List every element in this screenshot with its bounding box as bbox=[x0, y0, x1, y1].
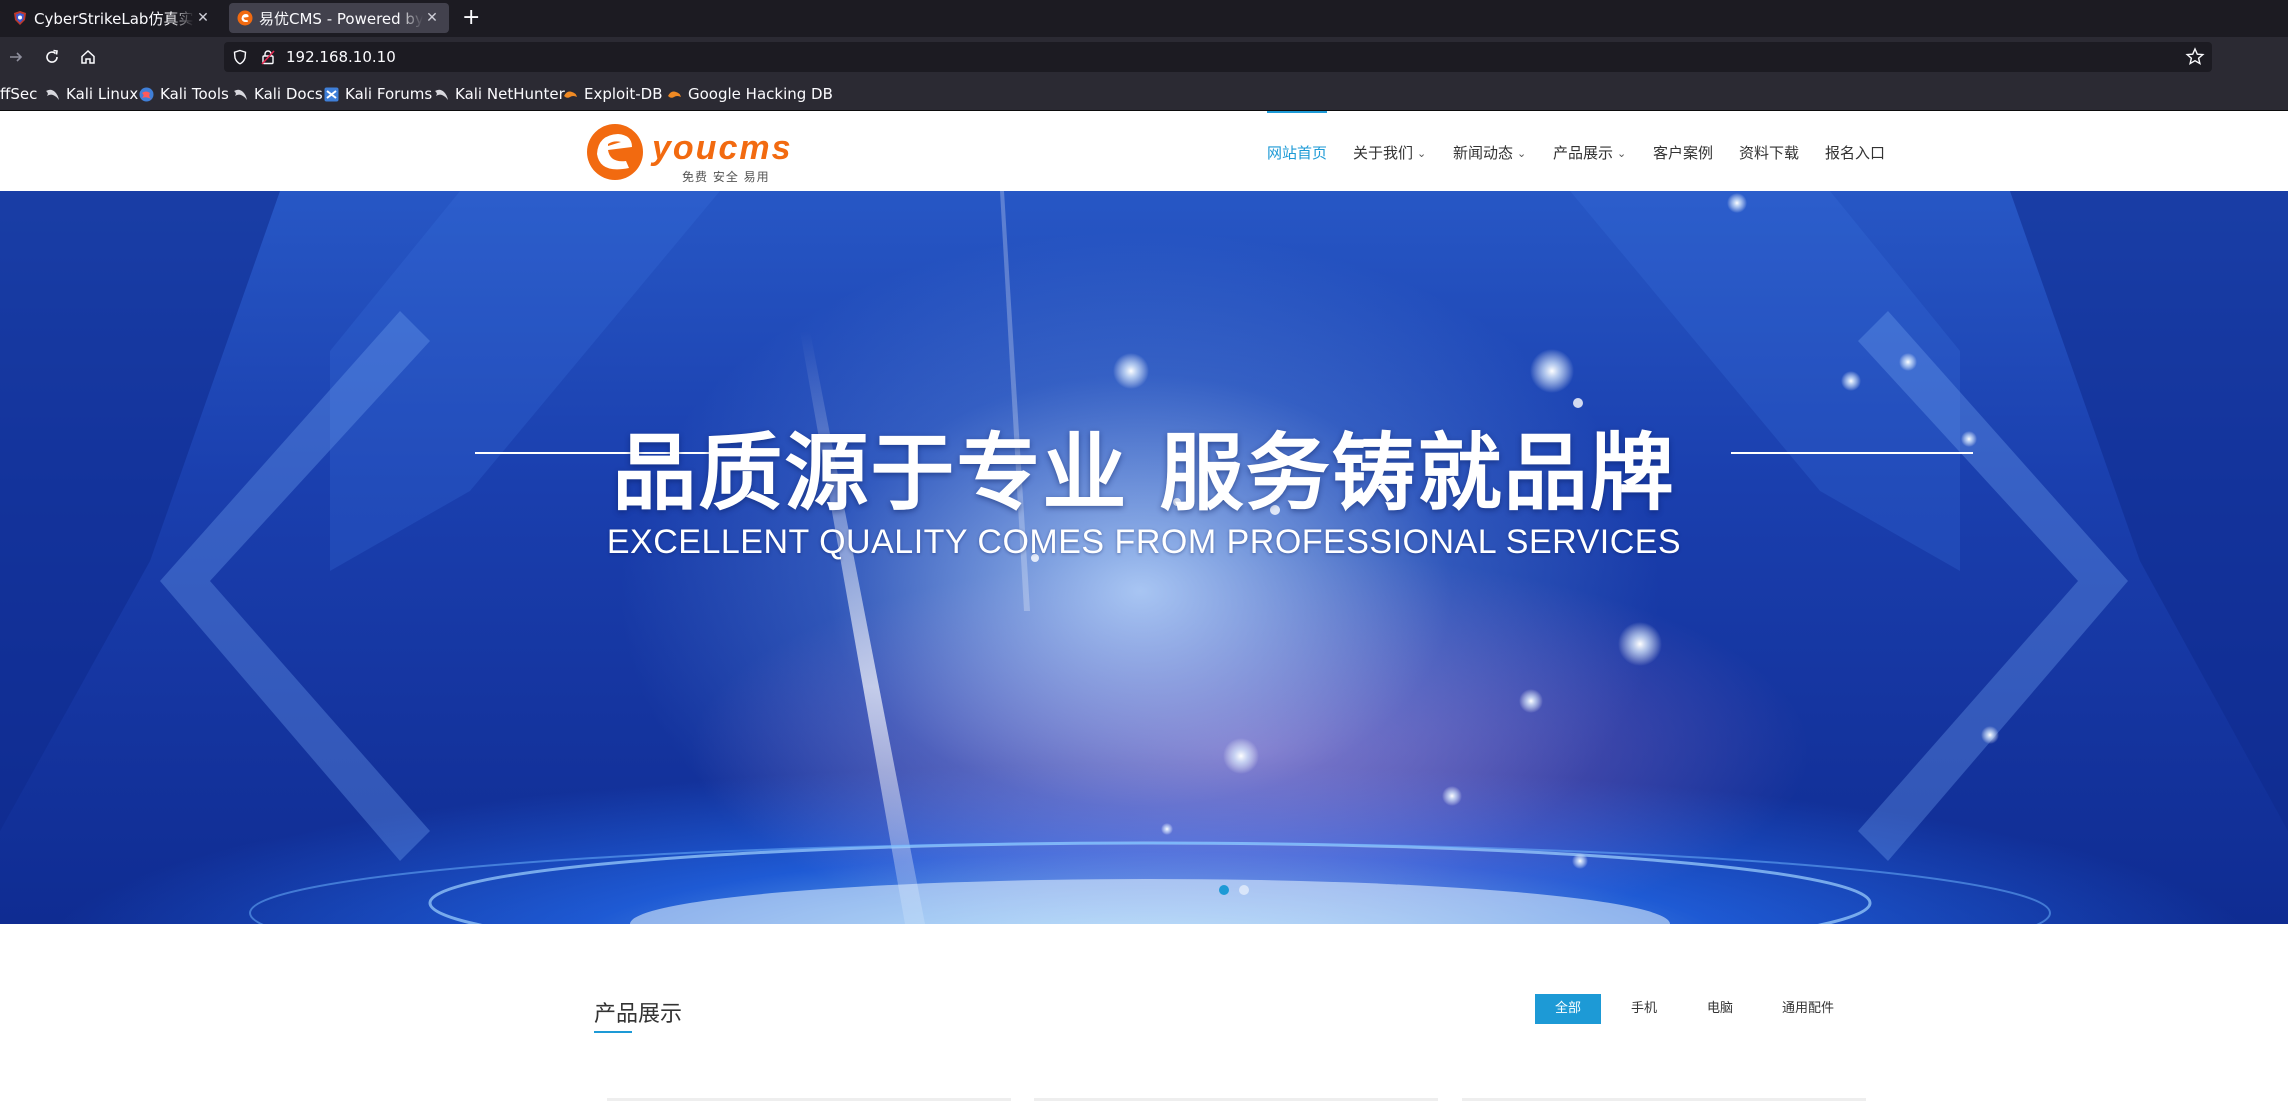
chevron-down-icon: ⌄ bbox=[1417, 147, 1427, 160]
browser-tab-eyoucms[interactable]: 易优CMS - Powered by Ey ✕ bbox=[229, 3, 449, 33]
bookmark-kali-nethunter[interactable]: Kali NetHunter bbox=[434, 85, 565, 103]
filter-tab-accessories[interactable]: 通用配件 bbox=[1768, 994, 1848, 1024]
section-title: 产品展示 bbox=[594, 1002, 683, 1027]
reload-icon[interactable] bbox=[40, 45, 64, 69]
tab-close-icon[interactable]: ✕ bbox=[423, 10, 441, 26]
menu-item-home[interactable]: 网站首页 bbox=[1267, 111, 1328, 191]
chevron-down-icon: ⌄ bbox=[1517, 147, 1527, 160]
filter-tab-computer[interactable]: 电脑 bbox=[1688, 994, 1752, 1024]
bookmark-kali-linux[interactable]: Kali Linux bbox=[45, 85, 138, 103]
home-icon[interactable] bbox=[76, 45, 100, 69]
new-tab-plus-icon[interactable]: + bbox=[462, 4, 480, 32]
menu-item-news[interactable]: 新闻动态 ⌄ bbox=[1453, 111, 1526, 191]
bookmark-offsec[interactable]: ffSec bbox=[0, 85, 37, 103]
browser-toolbar: 192.168.10.10 bbox=[0, 37, 2288, 78]
exploit-db-icon bbox=[564, 91, 577, 98]
bookmark-kali-docs[interactable]: Kali Docs bbox=[233, 85, 323, 103]
menu-item-signup[interactable]: 报名入口 bbox=[1825, 111, 1885, 191]
svg-text:youcms: youcms bbox=[650, 129, 793, 167]
browser-tab-cyberstrikelab[interactable]: CyberStrikeLab仿真实战平 ✕ bbox=[4, 3, 220, 33]
tab-title: 易优CMS - Powered by Ey bbox=[259, 9, 423, 28]
kali-dragon-icon bbox=[435, 89, 448, 100]
forward-arrow-icon[interactable] bbox=[4, 45, 28, 69]
bookmark-kali-tools[interactable]: Kali Tools bbox=[139, 85, 229, 103]
tab-title: CyberStrikeLab仿真实战平 bbox=[34, 9, 194, 28]
logo-tagline: 免费 安全 易用 bbox=[682, 170, 770, 184]
shield-favicon-icon bbox=[14, 11, 26, 25]
menu-item-downloads[interactable]: 资料下载 bbox=[1739, 111, 1799, 191]
slider-pagination bbox=[1219, 885, 1249, 895]
browser-tab-bar: CyberStrikeLab仿真实战平 ✕ 易优CMS - Powered by… bbox=[0, 0, 2288, 37]
kali-dragon-icon bbox=[46, 89, 59, 100]
kali-dragon-icon bbox=[234, 89, 247, 100]
insecure-lock-icon[interactable] bbox=[260, 49, 276, 65]
slider-dot-1[interactable] bbox=[1219, 885, 1229, 895]
shield-tracking-icon[interactable] bbox=[232, 49, 248, 65]
eyoucms-favicon-icon bbox=[237, 10, 253, 26]
menu-item-cases[interactable]: 客户案例 bbox=[1653, 111, 1713, 191]
slider-dot-2[interactable] bbox=[1239, 885, 1249, 895]
bookmark-star-icon[interactable] bbox=[2184, 46, 2206, 68]
filter-tab-all[interactable]: 全部 bbox=[1535, 994, 1601, 1024]
section-title-underline bbox=[594, 1031, 632, 1033]
site-header: youcms 免费 安全 易用 网站首页 关于我们 ⌄ 新闻动态 ⌄ 产品展示 ⌄ 客… bbox=[0, 111, 2288, 191]
bookmark-google-hacking-db[interactable]: Google Hacking DB bbox=[667, 85, 833, 103]
menu-item-products[interactable]: 产品展示 ⌄ bbox=[1553, 111, 1626, 191]
hero-banner[interactable]: 品质源于专业 服务铸就品牌 EXCELLENT QUALITY COMES FR… bbox=[0, 191, 2288, 924]
kali-forums-icon bbox=[324, 87, 339, 101]
bookmark-exploit-db[interactable]: Exploit-DB bbox=[563, 85, 663, 103]
banner-headline: 品质源于专业 服务铸就品牌 bbox=[612, 424, 1676, 522]
filter-tab-phone[interactable]: 手机 bbox=[1612, 994, 1676, 1024]
tab-close-icon[interactable]: ✕ bbox=[194, 10, 212, 26]
url-text[interactable]: 192.168.10.10 bbox=[286, 48, 396, 66]
bookmarks-toolbar: ffSec Kali Linux Kali Tools Kali Docs Ka… bbox=[0, 78, 2288, 111]
site-logo[interactable]: youcms 免费 安全 易用 bbox=[586, 123, 806, 184]
kali-tools-icon bbox=[139, 87, 154, 101]
menu-item-about[interactable]: 关于我们 ⌄ bbox=[1353, 111, 1426, 191]
exploit-db-icon bbox=[668, 91, 681, 98]
address-bar[interactable]: 192.168.10.10 bbox=[224, 42, 2212, 72]
products-section: 产品展示 全部 手机 电脑 通用配件 bbox=[0, 924, 2288, 1101]
chevron-down-icon: ⌄ bbox=[1617, 147, 1627, 160]
banner-subheadline: EXCELLENT QUALITY COMES FROM PROFESSIONA… bbox=[606, 523, 1682, 561]
bookmark-kali-forums[interactable]: Kali Forums bbox=[324, 85, 432, 103]
